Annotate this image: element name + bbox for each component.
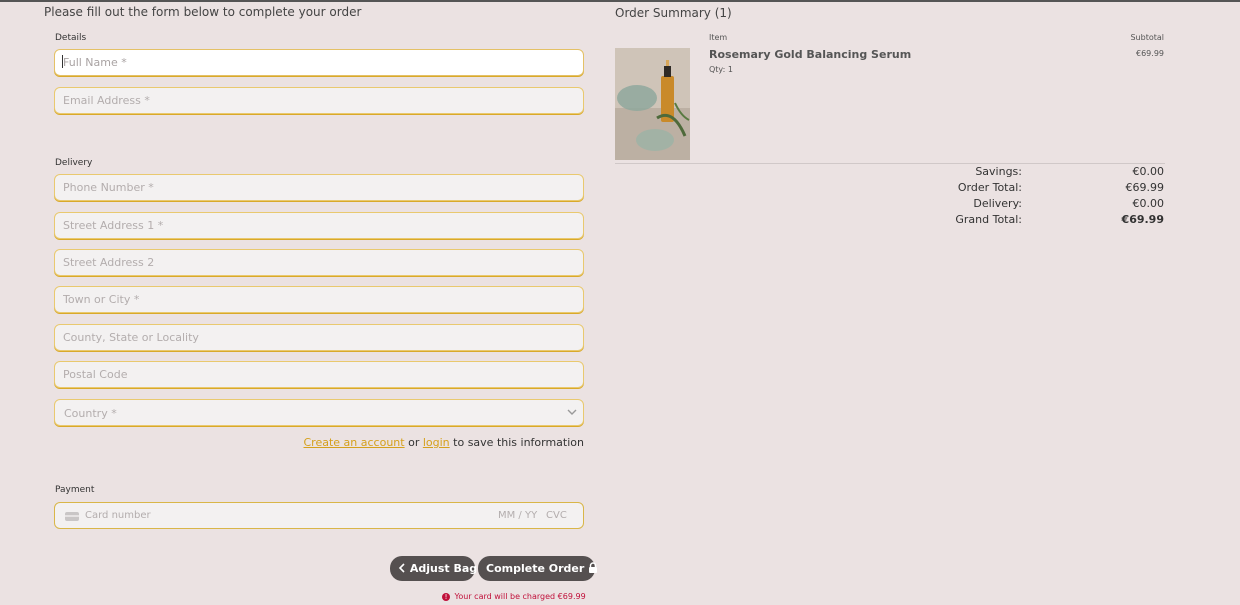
phone-input[interactable] (55, 175, 583, 200)
item-subtotal: €69.99 (1136, 49, 1164, 58)
card-element[interactable]: Card number MM / YY CVC (54, 502, 584, 529)
chevron-down-icon (567, 409, 577, 415)
street2-input[interactable] (55, 250, 583, 275)
email-field[interactable] (54, 87, 584, 114)
email-input[interactable] (55, 88, 583, 113)
card-number-placeholder[interactable]: Card number (85, 510, 151, 521)
postcode-input[interactable] (55, 362, 583, 387)
summary-divider (615, 163, 1165, 164)
county-field[interactable] (54, 324, 584, 351)
form-intro: Please fill out the form below to comple… (44, 5, 362, 19)
subtotal-column-header: Subtotal (1130, 33, 1164, 42)
item-column-header: Item (709, 33, 728, 42)
card-expiry-placeholder[interactable]: MM / YY (498, 510, 537, 521)
adjust-bag-label: Adjust Bag (409, 562, 478, 575)
complete-order-button[interactable]: Complete Order (478, 556, 598, 581)
country-select[interactable]: Country * (54, 399, 584, 426)
street1-field[interactable] (54, 212, 584, 239)
delivery-label: Delivery (55, 158, 93, 168)
save-info-text: to save this information (453, 436, 584, 449)
order-total-value: €69.99 (1125, 181, 1165, 194)
product-image (615, 48, 690, 160)
charge-notice: ! Your card will be charged €69.99 (442, 592, 586, 601)
payment-label: Payment (55, 485, 95, 495)
text-cursor (62, 55, 63, 68)
or-text: or (408, 436, 420, 449)
order-summary-title: Order Summary (1) (615, 6, 732, 20)
postcode-field[interactable] (54, 361, 584, 388)
charge-notice-text: Your card will be charged €69.99 (454, 592, 586, 601)
town-input[interactable] (55, 287, 583, 312)
item-qty: Qty: 1 (709, 65, 733, 74)
grand-total-value: €69.99 (1121, 213, 1164, 226)
full-name-input[interactable] (55, 50, 583, 75)
complete-order-label: Complete Order (486, 562, 585, 575)
phone-field[interactable] (54, 174, 584, 201)
card-cvc-placeholder[interactable]: CVC (546, 510, 567, 521)
delivery-cost-value: €0.00 (1132, 197, 1165, 210)
delivery-cost-label: Delivery: (973, 197, 1022, 210)
street2-field[interactable] (54, 249, 584, 276)
adjust-bag-button[interactable]: Adjust Bag (390, 556, 478, 581)
details-label: Details (55, 33, 87, 43)
country-selected-value: Country * (64, 407, 117, 420)
lock-icon (589, 562, 598, 573)
savings-value: €0.00 (1132, 165, 1165, 178)
town-field[interactable] (54, 286, 584, 313)
savings-label: Savings: (975, 165, 1022, 178)
grand-total-label: Grand Total: (955, 213, 1022, 226)
alert-icon: ! (442, 592, 450, 601)
credit-card-icon (65, 512, 79, 521)
street1-input[interactable] (55, 213, 583, 238)
chevron-left-icon (398, 563, 405, 573)
item-name: Rosemary Gold Balancing Serum (709, 48, 912, 61)
create-account-link[interactable]: Create an account (304, 436, 405, 449)
county-input[interactable] (55, 325, 583, 350)
save-info-line: Create an account or login to save this … (304, 436, 585, 449)
login-link[interactable]: login (423, 436, 450, 449)
full-name-field[interactable] (54, 49, 584, 76)
order-total-label: Order Total: (957, 181, 1022, 194)
